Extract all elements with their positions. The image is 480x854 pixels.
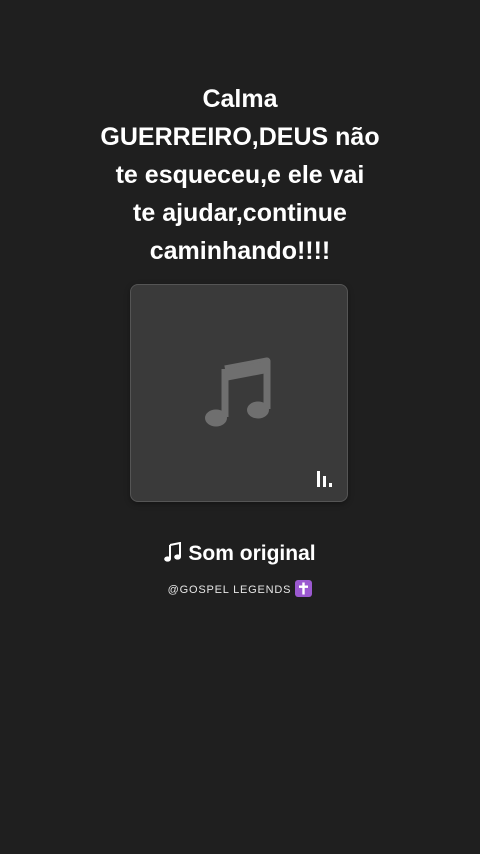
sound-title[interactable]: Som original: [0, 538, 480, 570]
video-caption: Calma GUERREIRO,DEUS não te esqueceu,e e…: [60, 80, 420, 270]
music-note-icon: [164, 542, 182, 562]
caption-line: te ajudar,continue: [133, 199, 347, 227]
music-note-icon: [205, 357, 271, 427]
sound-screen: Calma GUERREIRO,DEUS não te esqueceu,e e…: [0, 0, 480, 854]
latin-cross-icon: [295, 580, 313, 597]
author-handle: @GOSPEL LEGENDS: [167, 584, 292, 596]
caption-line: te esqueceu,e ele vai: [115, 161, 365, 189]
caption-line: caminhando!!!!: [149, 237, 331, 265]
sound-cover-art[interactable]: [130, 284, 348, 502]
sound-title-text: Som original: [188, 542, 316, 565]
sound-author[interactable]: @GOSPEL LEGENDS: [0, 580, 480, 600]
audio-bars-icon: [317, 471, 332, 487]
caption-line: Calma: [202, 85, 278, 113]
caption-line: GUERREIRO,DEUS não: [100, 123, 380, 151]
